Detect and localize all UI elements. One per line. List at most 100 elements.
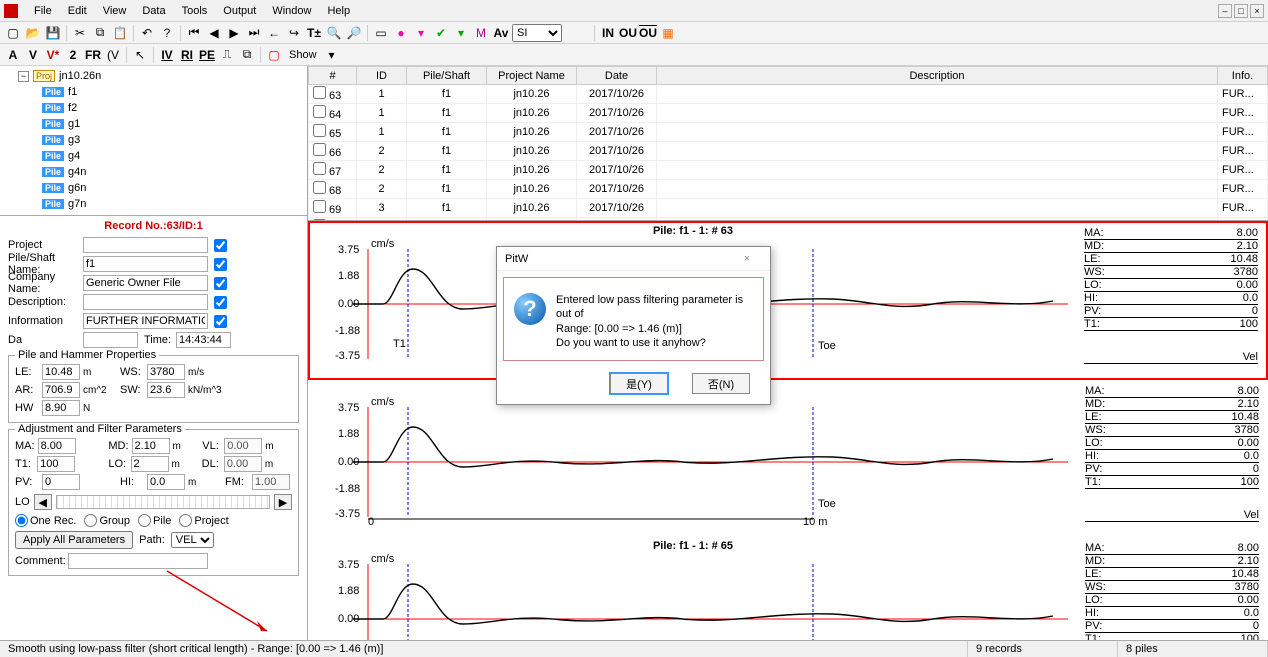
min-icon[interactable]: ‒ bbox=[1218, 4, 1232, 18]
table-row[interactable]: 631f1jn10.262017/10/26FUR... bbox=[309, 85, 1268, 104]
path-select[interactable]: VEL bbox=[171, 532, 214, 548]
hist-icon[interactable]: ⎍ bbox=[218, 46, 236, 64]
chart-icon[interactable]: ⧉ bbox=[238, 46, 256, 64]
next-icon[interactable]: ▶ bbox=[225, 24, 243, 42]
paste-icon[interactable]: 📋 bbox=[111, 24, 129, 42]
table-row[interactable]: 641f1jn10.262017/10/26FUR... bbox=[309, 104, 1268, 123]
row-check[interactable] bbox=[313, 181, 326, 194]
green-dropdown-icon[interactable]: ▾ bbox=[452, 24, 470, 42]
info-check[interactable] bbox=[214, 315, 227, 328]
tree-pile-item[interactable]: Pileg7n bbox=[2, 196, 305, 212]
lo-slider-right[interactable]: ▶ bbox=[274, 494, 292, 510]
circle-pink-icon[interactable]: ● bbox=[392, 24, 410, 42]
pile-name-input[interactable] bbox=[83, 256, 208, 272]
desc-input[interactable] bbox=[83, 294, 208, 310]
tree-pile-item[interactable]: Pileg3 bbox=[2, 132, 305, 148]
col-id[interactable]: ID bbox=[357, 67, 407, 85]
le-input[interactable] bbox=[42, 364, 80, 380]
v-red-button[interactable]: V* bbox=[44, 46, 62, 64]
col-info[interactable]: Info. bbox=[1218, 67, 1268, 85]
green-check-icon[interactable]: ✔ bbox=[432, 24, 450, 42]
table-row[interactable]: 672f1jn10.262017/10/26FUR... bbox=[309, 161, 1268, 180]
yes-button[interactable]: 是(Y) bbox=[610, 373, 668, 394]
lo-input[interactable] bbox=[131, 456, 169, 472]
row-check[interactable] bbox=[313, 105, 326, 118]
col-proj[interactable]: Project Name bbox=[487, 67, 577, 85]
tree-pile-item[interactable]: Pileg4n bbox=[2, 164, 305, 180]
units-select[interactable]: SI bbox=[512, 24, 562, 42]
sw-input[interactable] bbox=[147, 382, 185, 398]
save-icon[interactable]: 💾 bbox=[44, 24, 62, 42]
paren-v-button[interactable]: (V bbox=[104, 46, 122, 64]
menu-help[interactable]: Help bbox=[319, 3, 358, 19]
new-icon[interactable]: ▢ bbox=[4, 24, 22, 42]
records-table[interactable]: # ID Pile/Shaft Project Name Date Descri… bbox=[308, 66, 1268, 221]
cut-icon[interactable]: ✂ bbox=[71, 24, 89, 42]
pile-name-check[interactable] bbox=[214, 258, 227, 271]
tree-pile-item[interactable]: Pileg4 bbox=[2, 148, 305, 164]
iv-u-icon[interactable]: IV bbox=[158, 46, 176, 64]
dialog-close-icon[interactable]: × bbox=[732, 253, 762, 265]
pink-dropdown-icon[interactable]: ▾ bbox=[412, 24, 430, 42]
radio-project[interactable]: Project bbox=[179, 514, 228, 527]
ri-u-icon[interactable]: RI bbox=[178, 46, 196, 64]
open-icon[interactable]: 📂 bbox=[24, 24, 42, 42]
radio-one-rec[interactable]: One Rec. bbox=[15, 514, 76, 527]
company-input[interactable] bbox=[83, 275, 208, 291]
help-icon[interactable]: ? bbox=[158, 24, 176, 42]
first-icon[interactable]: ⏮ bbox=[185, 24, 203, 42]
chart-panel[interactable]: Pile: f1 - 1: # 63 cm/s 3.75 1.88 0.00 -… bbox=[308, 221, 1268, 380]
apply-all-button[interactable]: Apply All Parameters bbox=[15, 531, 133, 549]
undo-icon[interactable]: ↶ bbox=[138, 24, 156, 42]
desc-check[interactable] bbox=[214, 296, 227, 309]
table-row[interactable]: 693f1jn10.262017/10/26FUR... bbox=[309, 199, 1268, 218]
menu-view[interactable]: View bbox=[95, 3, 135, 19]
time-input[interactable] bbox=[176, 332, 231, 348]
col-desc[interactable]: Description bbox=[657, 67, 1218, 85]
chart-panel[interactable]: Pile: f1 - 1: # 65 cm/s 3.75 1.88 0.00 -… bbox=[308, 537, 1268, 646]
pv-input[interactable] bbox=[42, 474, 80, 490]
menu-output[interactable]: Output bbox=[215, 3, 264, 19]
two-button[interactable]: 2 bbox=[64, 46, 82, 64]
a-button[interactable]: A bbox=[4, 46, 22, 64]
ar-input[interactable] bbox=[42, 382, 80, 398]
av-button[interactable]: Av bbox=[492, 24, 510, 42]
radio-group[interactable]: Group bbox=[84, 514, 130, 527]
menu-window[interactable]: Window bbox=[264, 3, 319, 19]
project-tree[interactable]: − Proj jn10.26n Pilef1 Pilef2 Pileg1 Pil… bbox=[0, 66, 307, 216]
row-check[interactable] bbox=[313, 143, 326, 156]
t1-input[interactable] bbox=[37, 456, 75, 472]
radio-pile[interactable]: Pile bbox=[138, 514, 171, 527]
ou-button[interactable]: OU bbox=[619, 24, 637, 42]
chart-panel[interactable]: Pile: f1 - 1: # 64 cm/s 3.75 1.88 0.00 -… bbox=[308, 380, 1268, 537]
grid-orange-icon[interactable]: ▦ bbox=[659, 24, 677, 42]
lo-slider[interactable] bbox=[56, 495, 270, 509]
table-row[interactable]: 682f1jn10.262017/10/26FUR... bbox=[309, 180, 1268, 199]
project-input[interactable] bbox=[83, 237, 208, 253]
right-hook-icon[interactable]: ↪ bbox=[285, 24, 303, 42]
ws-input[interactable] bbox=[147, 364, 185, 380]
table-row[interactable]: 662f1jn10.262017/10/26FUR... bbox=[309, 142, 1268, 161]
v-button[interactable]: V bbox=[24, 46, 42, 64]
row-check[interactable] bbox=[313, 200, 326, 213]
close-icon[interactable]: × bbox=[1250, 4, 1264, 18]
table-row[interactable]: 651f1jn10.262017/10/26FUR... bbox=[309, 123, 1268, 142]
md-input[interactable] bbox=[132, 438, 170, 454]
company-check[interactable] bbox=[214, 277, 227, 290]
menu-edit[interactable]: Edit bbox=[60, 3, 95, 19]
box-icon[interactable]: ▭ bbox=[372, 24, 390, 42]
row-check[interactable] bbox=[313, 162, 326, 175]
project-name[interactable]: jn10.26n bbox=[59, 70, 101, 82]
tz-button[interactable]: T± bbox=[305, 24, 323, 42]
charts-area[interactable]: Pile: f1 - 1: # 63 cm/s 3.75 1.88 0.00 -… bbox=[308, 221, 1268, 646]
copy-icon[interactable]: ⧉ bbox=[91, 24, 109, 42]
project-check[interactable] bbox=[214, 239, 227, 252]
in-button[interactable]: IN bbox=[599, 24, 617, 42]
tree-pile-item[interactable]: Pileg1 bbox=[2, 116, 305, 132]
tree-collapse-icon[interactable]: − bbox=[18, 71, 29, 82]
menu-file[interactable]: File bbox=[26, 3, 60, 19]
date-input[interactable] bbox=[83, 332, 138, 348]
tree-pile-item[interactable]: Pilef2 bbox=[2, 100, 305, 116]
show-dropdown-icon[interactable]: ▾ bbox=[323, 46, 341, 64]
col-date[interactable]: Date bbox=[577, 67, 657, 85]
